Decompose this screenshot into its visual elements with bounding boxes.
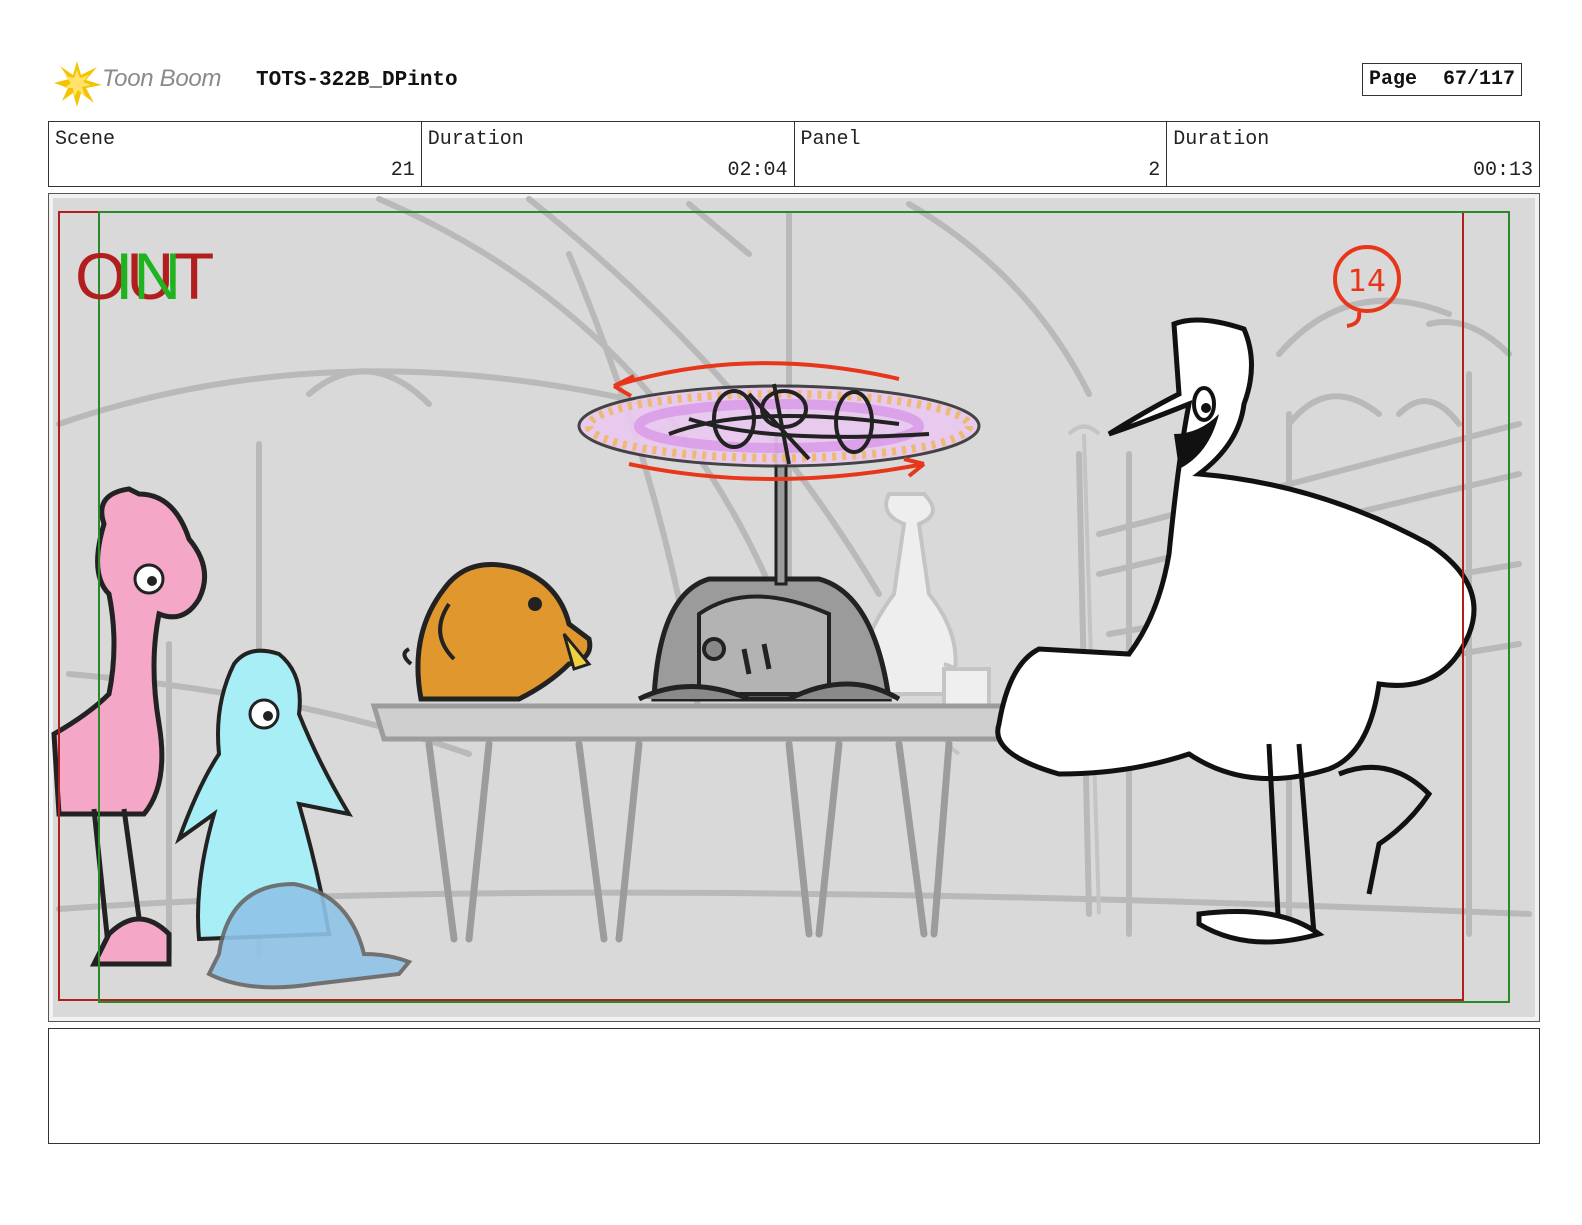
starburst-icon — [54, 61, 102, 107]
scene-duration-label: Duration — [427, 128, 524, 151]
page-number: 67/117 — [1442, 68, 1515, 91]
panel-value: 2 — [1148, 159, 1161, 182]
panel-duration-cell: Duration 00:13 — [1167, 122, 1539, 186]
shot-info-bar: Scene 21 Duration 02:04 Panel 2 Duration… — [48, 121, 1540, 187]
toon-boom-logo: Toon Boom — [50, 55, 250, 110]
shot-number: 14 — [1348, 264, 1386, 299]
panel-cell: Panel 2 — [795, 122, 1168, 186]
scene-duration-cell: Duration 02:04 — [422, 122, 795, 186]
storyboard-panel: 14 OUT IN — [48, 193, 1540, 1022]
scene-duration-value: 02:04 — [727, 159, 788, 182]
panel-duration-value: 00:13 — [1472, 159, 1533, 182]
storyboard-header: Toon Boom TOTS-322B_DPinto Page 67/117 — [50, 55, 1542, 110]
scene-cell: Scene 21 — [49, 122, 422, 186]
panel-duration-label: Duration — [1173, 128, 1270, 151]
project-title: TOTS-322B_DPinto — [256, 69, 458, 92]
in-label: IN — [115, 239, 181, 313]
brand-name: Toon Boom — [102, 65, 222, 92]
scene-value: 21 — [390, 159, 415, 182]
panel-notes-box[interactable] — [48, 1028, 1540, 1144]
panel-sketch: 14 OUT IN — [51, 196, 1535, 1017]
page-indicator: Page 67/117 — [1361, 63, 1522, 96]
page-label: Page — [1368, 68, 1417, 91]
scene-label: Scene — [55, 128, 116, 151]
panel-label: Panel — [800, 128, 861, 151]
